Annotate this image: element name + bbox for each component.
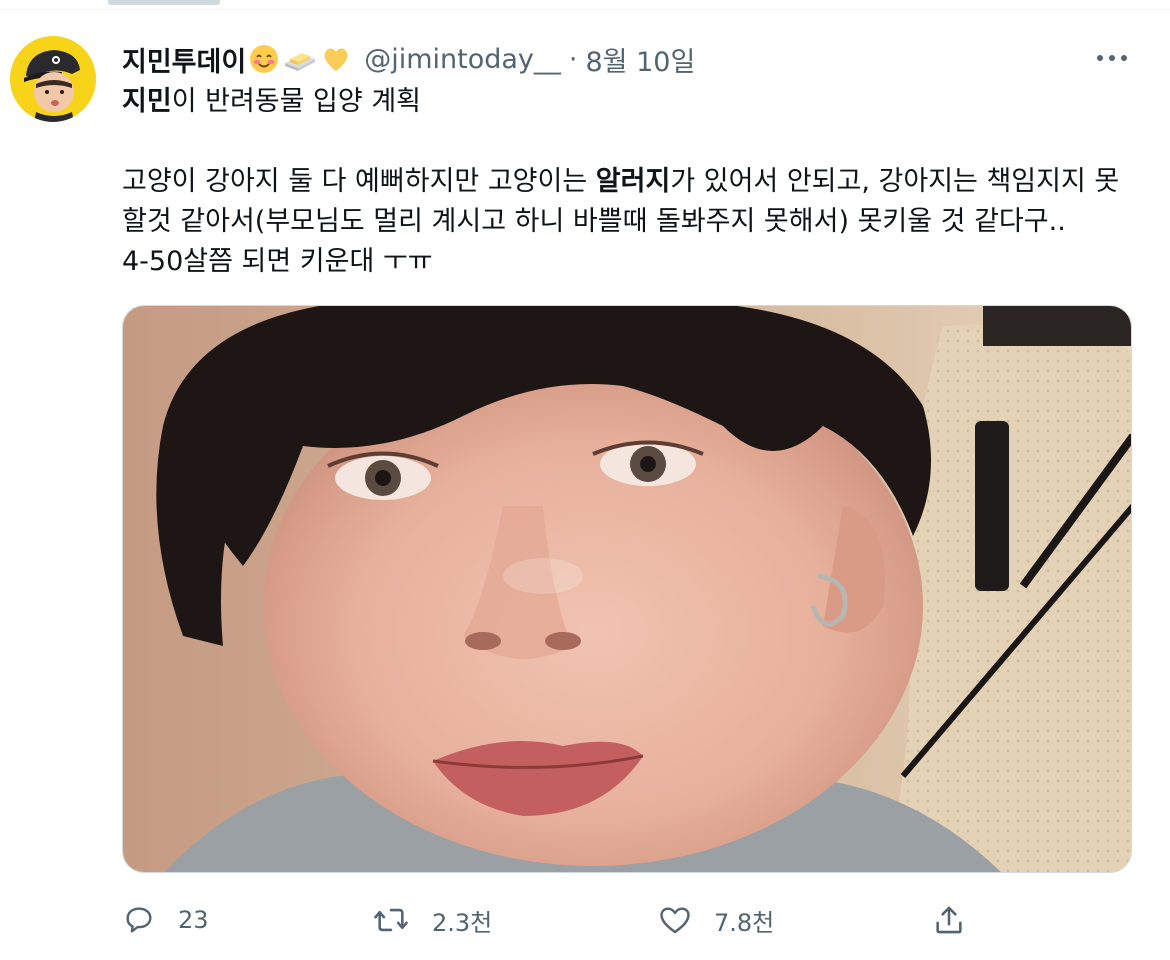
reply-button[interactable]: 23 xyxy=(122,897,209,943)
retweet-button[interactable]: 2.3천 xyxy=(372,897,492,943)
tweet-body-bold: 알러지 xyxy=(595,166,671,197)
tweet-body: 고양이 강아지 둘 다 예뻐하지만 고양이는 알러지가 있어서 안되고, 강아지… xyxy=(122,162,1132,242)
reply-count: 23 xyxy=(178,906,209,934)
butter-icon xyxy=(285,53,316,71)
name-emojis xyxy=(248,43,352,75)
tweet-body-part1: 고양이 강아지 둘 다 예뻐하지만 고양이는 xyxy=(122,166,596,197)
tweet-date[interactable]: 8월 10일 xyxy=(585,40,695,79)
divider xyxy=(0,9,1170,10)
previous-tweet-edge xyxy=(0,0,1170,10)
tweet-title: 지민이 반려동물 입양 계획 xyxy=(122,82,1132,122)
more-button[interactable] xyxy=(1092,44,1132,72)
retweet-icon xyxy=(374,908,408,932)
share-button[interactable] xyxy=(932,897,966,943)
tweet-photo[interactable] xyxy=(122,305,1132,873)
tweet-title-bold: 지민 xyxy=(122,86,172,117)
handle[interactable]: @jimintoday__ xyxy=(364,44,561,75)
yellow-heart-icon xyxy=(324,48,348,71)
heart-icon xyxy=(660,907,690,934)
tweet-body-line3: 4-50살쯤 되면 키운대 ㅜㅠ xyxy=(122,246,433,277)
retweet-count: 2.3천 xyxy=(432,908,493,937)
tweet-header: 지민투데이 @jimintoday__ · 8월 10일 xyxy=(122,37,695,81)
smiling-face-with-blush-icon xyxy=(250,45,279,73)
tweet-title-rest: 이 반려동물 입양 계획 xyxy=(171,86,421,117)
separator: · xyxy=(568,43,578,75)
tweet-text: 지민이 반려동물 입양 계획 고양이 강아지 둘 다 예뻐하지만 고양이는 알러… xyxy=(122,82,1132,282)
like-count: 7.8천 xyxy=(714,908,775,937)
reply-icon xyxy=(126,907,152,933)
scroll-tab xyxy=(108,0,220,5)
more-horizontal-icon xyxy=(1097,55,1127,61)
tweet-actions: 23 2.3천 7.8천 xyxy=(122,897,1132,943)
avatar[interactable] xyxy=(10,36,96,122)
share-icon xyxy=(936,906,962,934)
display-name[interactable]: 지민투데이 xyxy=(122,40,246,79)
like-button[interactable]: 7.8천 xyxy=(658,897,774,943)
